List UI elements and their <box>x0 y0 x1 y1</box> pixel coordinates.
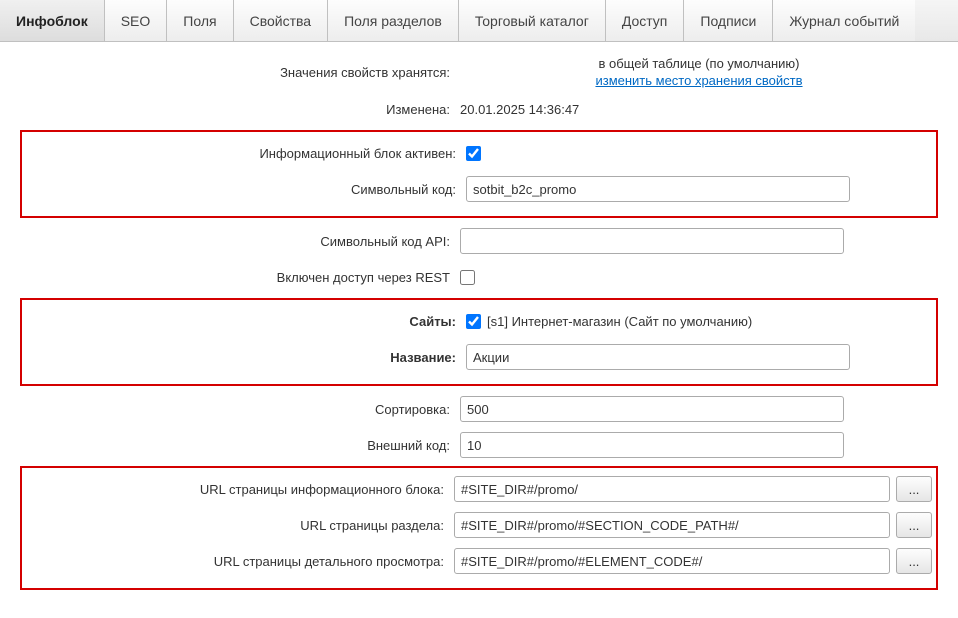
xml-id-input[interactable] <box>460 432 844 458</box>
tab-properties[interactable]: Свойства <box>234 0 328 41</box>
tab-section-fields[interactable]: Поля разделов <box>328 0 459 41</box>
active-label: Информационный блок активен: <box>26 146 466 161</box>
site-label-text: [s1] Интернет-магазин (Сайт по умолчанию… <box>487 314 752 329</box>
tab-seo[interactable]: SEO <box>105 0 168 41</box>
tab-event-log[interactable]: Журнал событий <box>773 0 915 41</box>
tab-fields[interactable]: Поля <box>167 0 233 41</box>
url-section-more-button[interactable]: ... <box>896 512 932 538</box>
props-change-link[interactable]: изменить место хранения свойств <box>595 73 802 88</box>
highlight-urls: URL страницы информационного блока: ... … <box>20 466 938 590</box>
site-checkbox[interactable] <box>466 314 481 329</box>
tab-access[interactable]: Доступ <box>606 0 685 41</box>
name-label: Название: <box>26 350 466 365</box>
url-detail-more-button[interactable]: ... <box>896 548 932 574</box>
highlight-active-code: Информационный блок активен: Символьный … <box>20 130 938 218</box>
active-checkbox[interactable] <box>466 146 481 161</box>
tab-captions[interactable]: Подписи <box>684 0 773 41</box>
changed-value: 20.01.2025 14:36:47 <box>460 102 579 117</box>
api-code-label: Символьный код API: <box>20 234 460 249</box>
name-input[interactable] <box>466 344 850 370</box>
props-stored-label: Значения свойств хранятся: <box>20 65 460 80</box>
url-section-input[interactable] <box>454 512 890 538</box>
changed-label: Изменена: <box>20 102 460 117</box>
url-iblock-label: URL страницы информационного блока: <box>26 482 454 497</box>
code-label: Символьный код: <box>26 182 466 197</box>
url-iblock-input[interactable] <box>454 476 890 502</box>
tab-catalog[interactable]: Торговый каталог <box>459 0 606 41</box>
form-content: Значения свойств хранятся: в общей табли… <box>0 42 958 618</box>
tab-infoblock[interactable]: Инфоблок <box>0 0 105 41</box>
url-detail-input[interactable] <box>454 548 890 574</box>
highlight-sites-name: Сайты: [s1] Интернет-магазин (Сайт по ум… <box>20 298 938 386</box>
url-section-label: URL страницы раздела: <box>26 518 454 533</box>
sort-label: Сортировка: <box>20 402 460 417</box>
url-iblock-more-button[interactable]: ... <box>896 476 932 502</box>
rest-checkbox[interactable] <box>460 270 475 285</box>
sort-input[interactable] <box>460 396 844 422</box>
code-input[interactable] <box>466 176 850 202</box>
sites-label: Сайты: <box>26 314 466 329</box>
url-detail-label: URL страницы детального просмотра: <box>26 554 454 569</box>
rest-label: Включен доступ через REST <box>20 270 460 285</box>
xml-id-label: Внешний код: <box>20 438 460 453</box>
tabs-bar: Инфоблок SEO Поля Свойства Поля разделов… <box>0 0 958 42</box>
api-code-input[interactable] <box>460 228 844 254</box>
props-stored-value: в общей таблице (по умолчанию) <box>598 56 799 71</box>
